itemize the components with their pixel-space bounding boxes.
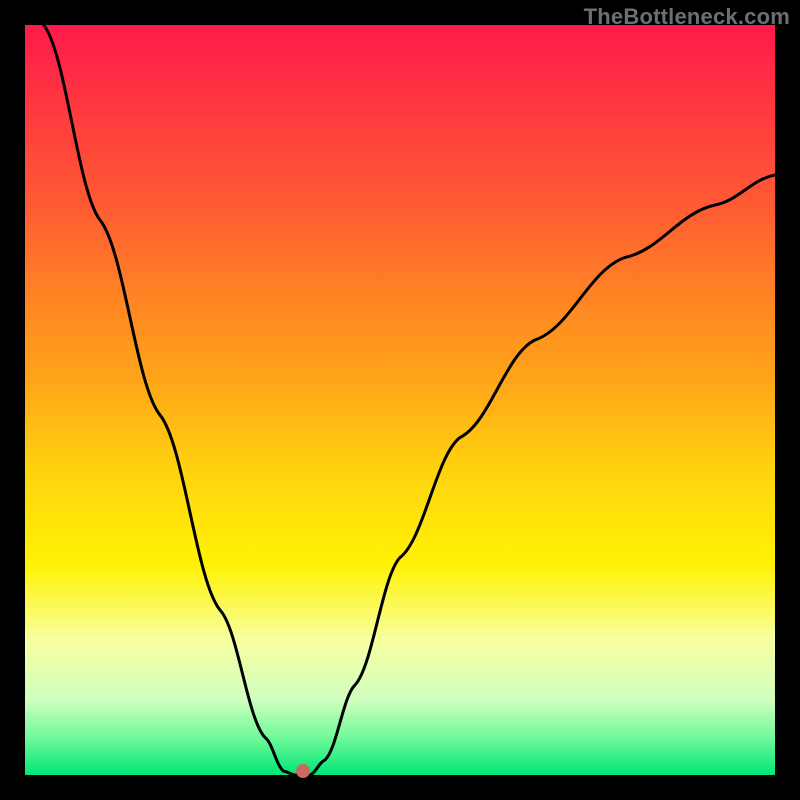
plot-area [25,25,775,775]
chart-frame: TheBottleneck.com [0,0,800,800]
vertex-marker [296,764,310,778]
bottleneck-curve [25,25,775,775]
